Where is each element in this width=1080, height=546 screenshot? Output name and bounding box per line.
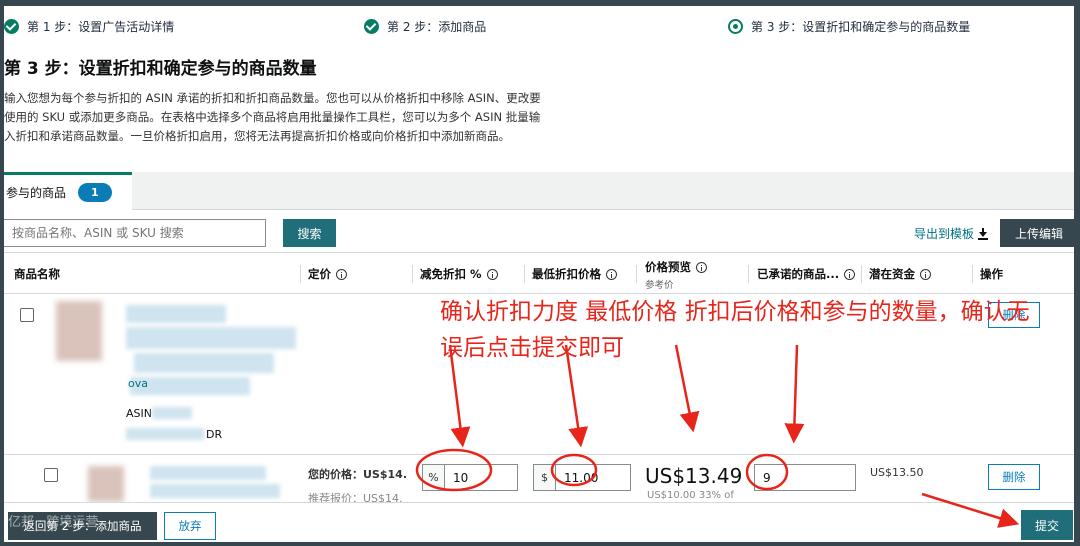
- info-icon[interactable]: [920, 268, 931, 280]
- annotation-text: 确认折扣力度 最低价格 折扣后价格和参与的数量，确认无误后点击提交即可: [440, 299, 1030, 361]
- upload-edit-button[interactable]: 上传编辑: [1000, 219, 1074, 247]
- info-icon[interactable]: [696, 261, 707, 273]
- list-price: 推荐报价：US$14.: [308, 492, 403, 502]
- footer-bar: 返回第 2 步：添加商品 放弃 提交: [4, 502, 1074, 542]
- info-icon[interactable]: [844, 268, 856, 280]
- your-price: 您的价格：US$14.: [308, 468, 407, 481]
- product-thumbnail: [88, 466, 124, 502]
- table-header: 商品名称 定价 减免折扣 % 最低折扣价格 价格预览 已承诺的商品... 潜在资…: [4, 252, 1074, 294]
- export-to-template-link[interactable]: 导出到模板: [914, 225, 989, 242]
- watermark: 亿邦 · 跨境运营: [8, 515, 99, 530]
- info-icon[interactable]: [606, 268, 617, 280]
- min-price-input[interactable]: [556, 470, 616, 485]
- header-price-preview-sub: 参考价: [645, 280, 674, 291]
- step-3: 第 3 步：设置折扣和确定参与的商品数量: [728, 18, 970, 35]
- discard-button[interactable]: 放弃: [164, 512, 216, 540]
- submit-button[interactable]: 提交: [1021, 510, 1073, 540]
- row-checkbox[interactable]: [44, 468, 58, 482]
- header-actions: 操作: [980, 267, 1003, 281]
- step-2-label: 第 2 步：添加商品: [387, 20, 487, 34]
- delete-button[interactable]: 删除: [988, 464, 1040, 490]
- info-icon[interactable]: [336, 268, 347, 280]
- header-min-price: 最低折扣价格: [532, 266, 617, 282]
- sku-value: DR: [206, 428, 223, 441]
- step-1[interactable]: 第 1 步：设置广告活动详情: [4, 18, 174, 35]
- price-preview-value: US$13.49: [645, 464, 743, 488]
- info-icon[interactable]: [486, 268, 498, 280]
- search-button[interactable]: 搜索: [283, 219, 336, 247]
- row-checkbox[interactable]: [20, 308, 34, 322]
- asin-label: ASIN: [126, 407, 152, 420]
- search-input[interactable]: [4, 219, 266, 247]
- stepper: 第 1 步：设置广告活动详情 第 2 步：添加商品 第 3 步：设置折扣和确定参…: [4, 14, 1074, 42]
- product-link[interactable]: ova: [128, 377, 148, 390]
- check-circle-icon: [364, 19, 379, 34]
- check-circle-icon: [4, 19, 19, 34]
- step-1-label: 第 1 步：设置广告活动详情: [27, 20, 175, 34]
- step-2[interactable]: 第 2 步：添加商品: [364, 18, 486, 35]
- header-price-preview: 价格预览: [645, 259, 707, 275]
- potential-funds-value: US$13.50: [870, 466, 924, 479]
- current-step-icon: [728, 19, 743, 34]
- export-label: 导出到模板: [914, 227, 975, 241]
- min-price-field[interactable]: $: [533, 464, 631, 491]
- download-icon: [978, 227, 989, 240]
- committed-units-input[interactable]: [755, 470, 851, 485]
- header-price: 定价: [308, 266, 347, 282]
- step-3-label: 第 3 步：设置折扣和确定参与的商品数量: [751, 20, 971, 34]
- tab-bar: 参与的商品 1: [4, 172, 1074, 210]
- tab-label: 参与的商品: [6, 186, 67, 200]
- header-product-name: 商品名称: [14, 267, 60, 281]
- tab-participating-products[interactable]: 参与的商品 1: [4, 172, 132, 210]
- product-thumbnail: [56, 301, 102, 361]
- table-row: 您的价格：US$14. 推荐报价：US$14. % $ US$13.49 US$…: [4, 456, 1074, 502]
- header-committed-units: 已承诺的商品...: [757, 266, 856, 282]
- header-discount: 减免折扣 %: [420, 266, 498, 282]
- price-preview-sub: US$10.00 33% of: [647, 490, 734, 501]
- discount-percent-input[interactable]: [445, 470, 505, 485]
- page-frame: 第 1 步：设置广告活动详情 第 2 步：添加商品 第 3 步：设置折扣和确定参…: [0, 0, 1080, 546]
- discount-percent-field[interactable]: %: [422, 464, 518, 491]
- header-potential-funds: 潜在资金: [869, 266, 931, 282]
- committed-units-field[interactable]: [754, 464, 856, 491]
- page-title: 第 3 步：设置折扣和确定参与的商品数量: [4, 59, 317, 79]
- count-badge: 1: [78, 183, 112, 202]
- page-description: 输入您想为每个参与折扣的 ASIN 承诺的折扣和折扣商品数量。您也可以从价格折扣…: [4, 91, 541, 143]
- percent-prefix: %: [423, 465, 445, 490]
- dollar-prefix: $: [534, 465, 556, 490]
